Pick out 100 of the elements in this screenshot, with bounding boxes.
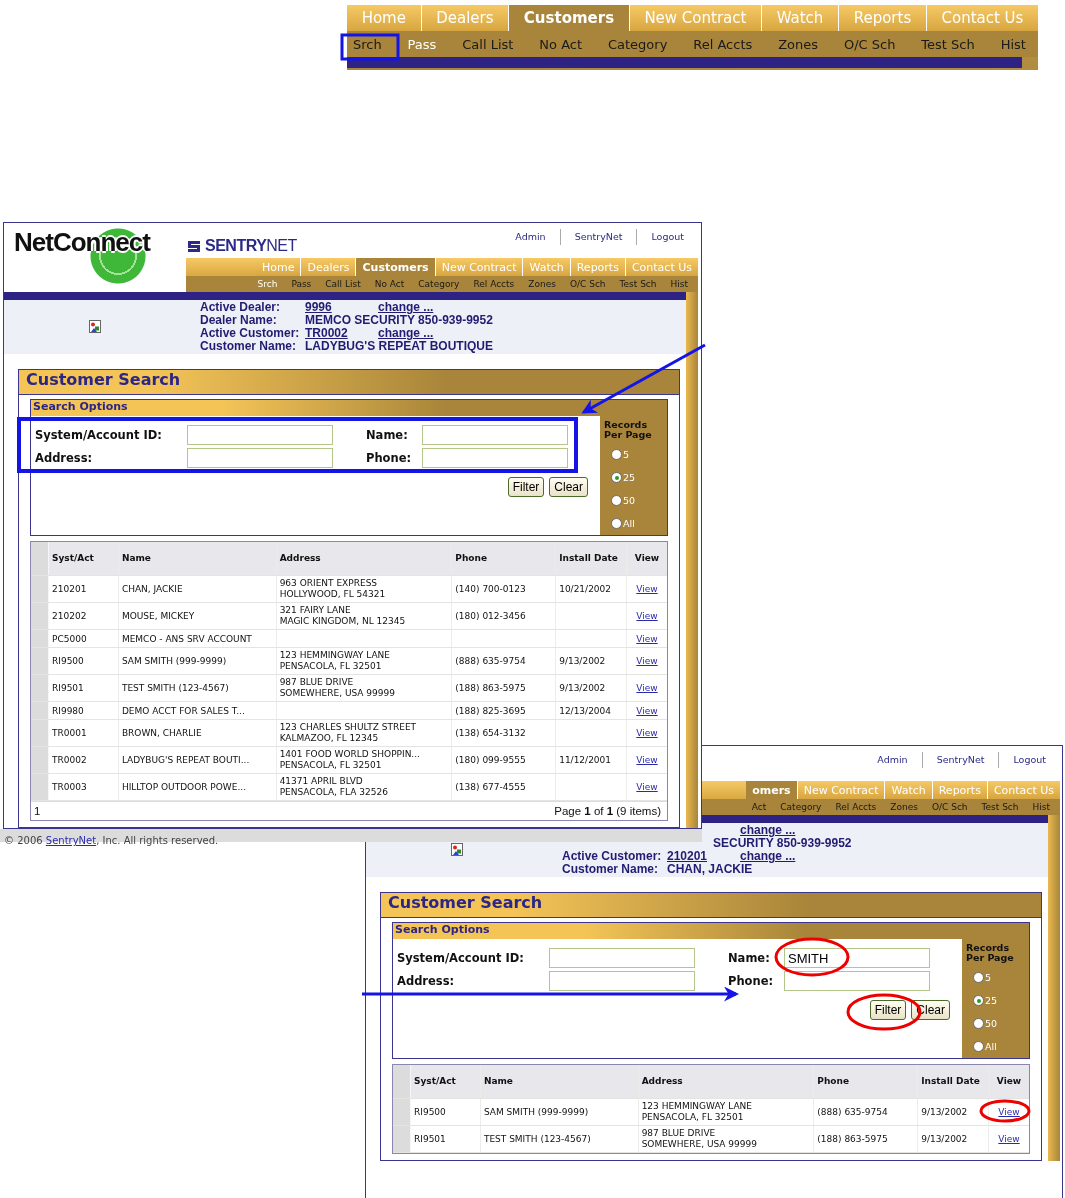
row-selector[interactable] [31, 747, 49, 773]
subnav-link[interactable]: Call List [462, 36, 514, 52]
change-link[interactable]: change ... [378, 327, 434, 340]
info-link[interactable]: 9996 [305, 301, 378, 314]
subnav-link[interactable]: Zones [890, 802, 918, 812]
subnav-link[interactable]: Category [780, 802, 822, 812]
info-value: MEMCO SECURITY 850-939-9952 [305, 314, 493, 327]
change-link[interactable]: change ... [740, 850, 796, 863]
row-selector[interactable] [31, 648, 49, 674]
subnav-link[interactable]: Hist [670, 279, 688, 289]
subnav-link[interactable]: Srch [257, 279, 278, 289]
header-link[interactable]: Admin [501, 229, 560, 245]
header-link[interactable]: SentryNet [559, 229, 637, 245]
form-button[interactable]: Clear [549, 477, 588, 497]
radio-button[interactable] [973, 995, 984, 1006]
subnav-link[interactable]: Call List [325, 279, 361, 289]
view-link[interactable]: View [636, 782, 658, 792]
table-cell: 10/21/2002 [559, 584, 612, 594]
text-field[interactable] [187, 448, 333, 468]
subnav-link[interactable]: Pass [291, 279, 312, 289]
view-link[interactable]: View [636, 728, 658, 738]
row-selector[interactable] [393, 1099, 411, 1125]
table-cell: 321 FAIRY LANE MAGIC KINGDOM, NL 12345 [279, 605, 406, 627]
subnav-link[interactable]: Hist [1000, 36, 1026, 52]
subnav-link[interactable]: O/C Sch [844, 36, 896, 52]
view-link[interactable]: View [636, 755, 658, 765]
view-link[interactable]: View [636, 656, 658, 666]
row-selector[interactable] [393, 1126, 411, 1152]
table-cell: TR0002 [52, 755, 87, 765]
text-field[interactable] [549, 948, 695, 968]
row-selector[interactable] [31, 774, 49, 800]
radio-button[interactable] [611, 472, 622, 483]
row-selector[interactable] [31, 630, 49, 647]
subnav-link[interactable]: Zones [778, 36, 819, 52]
view-link[interactable]: View [998, 1134, 1020, 1144]
subnav-link[interactable]: Category [607, 36, 668, 52]
text-field[interactable] [422, 425, 568, 445]
view-link[interactable]: View [636, 683, 658, 693]
subnav-link[interactable]: Rel Accts [693, 36, 753, 52]
text-field[interactable]: SMITH [784, 948, 930, 968]
table-cell: 9/13/2002 [921, 1107, 968, 1117]
subnav-link[interactable]: Category [418, 279, 460, 289]
subnav-link[interactable]: No Act [539, 36, 583, 52]
subnav-link[interactable]: O/C Sch [931, 802, 968, 812]
subnav-link[interactable]: No Act [374, 279, 405, 289]
view-link[interactable]: View [636, 633, 658, 644]
row-selector[interactable] [31, 603, 49, 629]
table-cell: (138) 677-4555 [455, 782, 526, 792]
subnav-link[interactable]: Test Sch [921, 36, 975, 52]
table-cell: HILLTOP OUTDOOR POWE... [121, 782, 247, 792]
header-link[interactable]: Logout [998, 752, 1060, 768]
nav-tab[interactable]: Customers [508, 5, 629, 31]
nav-tab[interactable]: omers [746, 781, 797, 799]
row-selector[interactable] [31, 702, 49, 719]
subnav-link[interactable]: Zones [528, 279, 556, 289]
view-link[interactable]: View [998, 1107, 1020, 1117]
view-link[interactable]: View [636, 611, 658, 621]
change-link[interactable]: change ... [378, 301, 434, 314]
table-cell: PC5000 [52, 633, 87, 644]
radio-button[interactable] [973, 1041, 984, 1052]
table-cell: (888) 635-9754 [455, 656, 526, 666]
radio-label: 5 [985, 972, 992, 983]
subnav-link[interactable]: Hist [1032, 802, 1050, 812]
form-button[interactable]: Filter [507, 477, 545, 497]
radio-button[interactable] [611, 449, 622, 460]
row-selector[interactable] [31, 720, 49, 746]
row-selector[interactable] [31, 675, 49, 701]
subnav-link[interactable]: Rel Accts [835, 802, 877, 812]
header-link[interactable]: SentryNet [921, 752, 999, 768]
subnav-link[interactable]: Srch [353, 36, 382, 52]
text-field[interactable] [549, 971, 695, 991]
subnav-link[interactable]: O/C Sch [569, 279, 606, 289]
radio-button[interactable] [973, 972, 984, 983]
info-link[interactable]: TR0002 [305, 327, 378, 340]
table-cell: RI9500 [414, 1107, 446, 1117]
table-cell: TR0003 [52, 782, 87, 792]
brand-mark-icon [186, 239, 202, 253]
header-link[interactable]: Logout [636, 229, 698, 245]
radio-button[interactable] [611, 495, 622, 506]
table-cell: 987 BLUE DRIVE SOMEWHERE, USA 99999 [641, 1128, 757, 1150]
subnav-link[interactable]: Pass [407, 36, 437, 52]
change-link[interactable]: change ... [740, 824, 796, 837]
subnav-link[interactable]: Test Sch [619, 279, 657, 289]
header-link[interactable]: Admin [863, 752, 922, 768]
text-field[interactable] [784, 971, 930, 991]
table-cell: 9/13/2002 [559, 656, 606, 666]
radio-button[interactable] [973, 1018, 984, 1029]
nav-tab[interactable]: Customers [355, 258, 435, 276]
radio-button[interactable] [611, 518, 622, 529]
subnav-link[interactable]: Act [751, 802, 767, 812]
text-field[interactable] [422, 448, 568, 468]
subnav-link[interactable]: Test Sch [981, 802, 1019, 812]
view-link[interactable]: View [636, 705, 658, 716]
text-field[interactable] [187, 425, 333, 445]
table-cell: SAM SMITH (999-9999) [483, 1107, 589, 1117]
subnav-link[interactable]: Rel Accts [473, 279, 515, 289]
view-link[interactable]: View [636, 584, 658, 594]
row-selector[interactable] [31, 576, 49, 602]
info-link[interactable]: 210201 [667, 850, 740, 863]
form-button[interactable]: Filter [869, 1000, 907, 1020]
